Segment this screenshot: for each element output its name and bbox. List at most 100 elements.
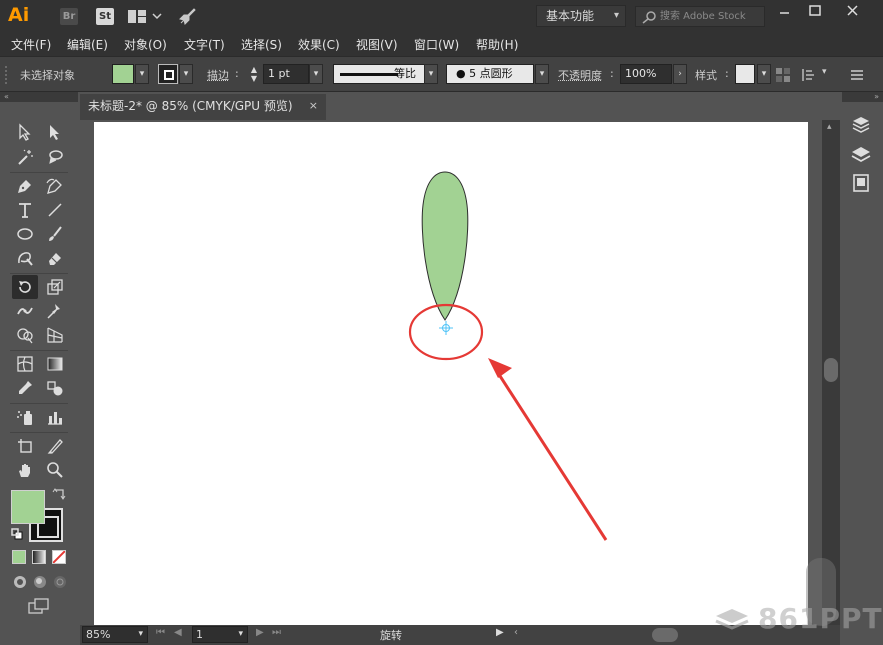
minimize-button[interactable] (770, 2, 800, 20)
horizontal-scroll-thumb[interactable] (652, 628, 678, 642)
ellipse-tool[interactable] (12, 222, 38, 246)
rotate-tool[interactable] (12, 275, 38, 299)
eraser-tool[interactable] (42, 246, 68, 270)
brush-definition[interactable]: ● 5 点圆形 (446, 64, 534, 84)
width-tool[interactable] (12, 299, 38, 323)
zoom-tool[interactable] (42, 458, 68, 482)
graphic-style-swatch[interactable] (735, 64, 755, 84)
first-artboard-icon[interactable]: ⏮ (156, 627, 165, 638)
menu-edit[interactable]: 编辑(E) (67, 36, 108, 53)
mesh-tool[interactable] (12, 352, 38, 376)
vertical-scroll-thumb[interactable] (824, 358, 838, 382)
stroke-label[interactable]: 描边 (207, 67, 229, 83)
gradient-tool[interactable] (42, 352, 68, 376)
drawing-modes[interactable] (12, 574, 68, 590)
stroke-color-swatch[interactable] (158, 64, 178, 84)
stroke-weight-field[interactable]: 1 pt (263, 64, 309, 84)
paintbrush-tool[interactable] (42, 222, 68, 246)
menu-view[interactable]: 视图(V) (356, 36, 398, 53)
shaper-tool[interactable] (12, 246, 38, 270)
variable-width-profile[interactable]: 等比 (333, 64, 438, 84)
rotation-origin-icon[interactable] (439, 321, 453, 335)
color-mode-button[interactable] (12, 550, 26, 564)
document-tab[interactable]: 未标题-2* @ 85% (CMYK/GPU 预览) × (80, 94, 326, 120)
menu-window[interactable]: 窗口(W) (414, 36, 459, 53)
gradient-mode-button[interactable] (32, 550, 46, 564)
menu-type[interactable]: 文字(T) (184, 36, 225, 53)
eyedropper-tool[interactable] (12, 376, 38, 400)
menu-select[interactable]: 选择(S) (241, 36, 282, 53)
fill-color-box[interactable] (11, 490, 45, 524)
prev-artboard-icon[interactable]: ◀ (174, 627, 182, 638)
opacity-field[interactable]: 100% (620, 64, 672, 84)
artboard-dropdown-icon[interactable]: ▾ (238, 627, 243, 642)
close-tab-icon[interactable]: × (309, 94, 318, 118)
publish-button[interactable] (178, 6, 198, 26)
shape-builder-tool[interactable] (12, 323, 38, 347)
scroll-up-icon[interactable]: ▴ (827, 122, 832, 132)
swap-colors-icon[interactable] (52, 487, 66, 501)
column-graph-tool[interactable] (42, 405, 68, 429)
scroll-left-icon[interactable]: ‹ (514, 627, 518, 638)
zoom-level-field[interactable]: 85% ▾ (82, 626, 148, 643)
hand-tool[interactable] (12, 458, 38, 482)
line-segment-tool[interactable] (42, 198, 68, 222)
type-tool[interactable] (12, 198, 38, 222)
lasso-tool[interactable] (42, 145, 68, 169)
scale-tool[interactable] (42, 275, 68, 299)
menu-effect[interactable]: 效果(C) (298, 36, 340, 53)
selection-tool[interactable] (12, 120, 38, 144)
opacity-expand-button[interactable]: › (673, 64, 687, 84)
curvature-tool[interactable] (42, 174, 68, 198)
opacity-label[interactable]: 不透明度 (558, 67, 602, 83)
menu-file[interactable]: 文件(F) (11, 36, 51, 53)
stroke-weight-dropdown[interactable]: ▾ (309, 64, 323, 84)
recolor-artwork-icon[interactable] (774, 66, 792, 84)
align-dropdown[interactable]: ▾ (822, 67, 827, 77)
stock-search-input[interactable]: 搜索 Adobe Stock (635, 6, 765, 27)
tools-collapse-bar[interactable]: « (0, 92, 78, 102)
menu-list-icon[interactable] (848, 66, 866, 84)
screen-mode-icon[interactable] (28, 598, 50, 616)
libraries-icon[interactable] (850, 115, 872, 137)
artboard-number-field[interactable]: 1 ▾ (192, 626, 248, 643)
green-petal-shape[interactable] (421, 171, 469, 321)
status-menu-icon[interactable]: ▶ (496, 627, 504, 638)
profile-dropdown[interactable]: ▾ (424, 64, 438, 84)
menu-help[interactable]: 帮助(H) (476, 36, 518, 53)
last-artboard-icon[interactable]: ⏭ (272, 627, 281, 638)
layers-icon[interactable] (850, 144, 872, 166)
magic-wand-tool[interactable] (12, 145, 38, 169)
stock-button[interactable]: St (96, 8, 114, 25)
none-mode-button[interactable] (52, 550, 66, 564)
properties-icon[interactable] (850, 172, 872, 194)
perspective-grid-tool[interactable] (42, 323, 68, 347)
slice-tool[interactable] (42, 434, 68, 458)
maximize-button[interactable] (800, 2, 830, 20)
bridge-button[interactable]: Br (60, 8, 78, 25)
pen-tool[interactable] (12, 174, 38, 198)
blend-tool[interactable] (42, 376, 68, 400)
fill-color-swatch[interactable] (112, 64, 134, 84)
close-window-button[interactable] (835, 2, 871, 20)
dock-collapse-bar[interactable]: » (842, 92, 883, 102)
align-icon[interactable] (800, 66, 818, 84)
brush-dropdown[interactable]: ▾ (535, 64, 549, 84)
canvas-area[interactable] (80, 120, 822, 625)
arrange-documents-button[interactable] (128, 9, 162, 25)
workspace-switcher[interactable]: 基本功能 ▾ (536, 5, 626, 27)
style-dropdown[interactable]: ▾ (757, 64, 771, 84)
panel-grip[interactable] (4, 65, 8, 85)
stroke-weight-stepper[interactable]: ▲ ▼ (247, 65, 261, 85)
zoom-dropdown-icon[interactable]: ▾ (138, 627, 143, 642)
direct-selection-tool[interactable] (42, 120, 68, 144)
menu-object[interactable]: 对象(O) (124, 36, 167, 53)
symbol-sprayer-tool[interactable] (12, 405, 38, 429)
puppet-warp-tool[interactable] (42, 299, 68, 323)
artboard-tool[interactable] (12, 434, 38, 458)
vertical-scrollbar[interactable]: ▴ (822, 120, 840, 625)
default-colors-icon[interactable] (11, 528, 23, 540)
next-artboard-icon[interactable]: ▶ (256, 627, 264, 638)
stroke-dropdown-button[interactable]: ▾ (179, 64, 193, 84)
fill-dropdown-button[interactable]: ▾ (135, 64, 149, 84)
